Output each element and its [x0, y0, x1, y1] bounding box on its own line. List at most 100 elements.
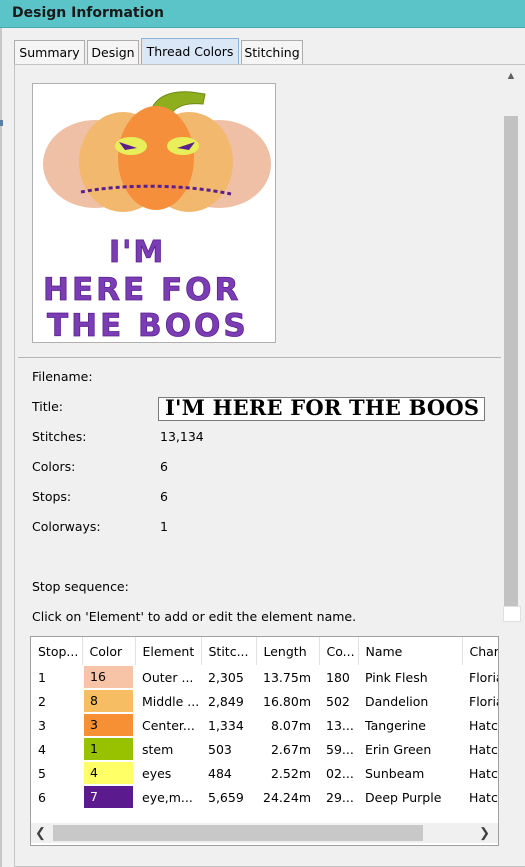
- color-cell: 7: [82, 785, 135, 809]
- element-cell[interactable]: eye,m...: [135, 785, 201, 809]
- table-header-row: Stop... Color Element Stitc... Length Co…: [31, 637, 498, 665]
- window-title: Design Information: [12, 5, 165, 21]
- tab-design-label: Design: [91, 45, 135, 60]
- preview-line-2: HERE FOR: [43, 272, 241, 308]
- table-row[interactable]: 1 16 Outer ... 2,305 13.75m 180 Pink Flesh Flor…: [31, 665, 498, 689]
- vertical-scrollbar[interactable]: ▲: [502, 66, 520, 628]
- element-instruction: Click on 'Element' to add or edit the el…: [32, 609, 357, 624]
- tab-stitching[interactable]: Stitching: [241, 40, 303, 64]
- color-cell: 3: [82, 713, 135, 737]
- name-cell: Deep Purple: [365, 789, 442, 805]
- stop-cell: 4: [38, 741, 46, 757]
- scroll-right-arrow-icon[interactable]: ❯: [479, 825, 490, 841]
- stitches-label: Stitches:: [32, 429, 87, 444]
- stitches-cell: 484: [208, 765, 232, 781]
- stops-value: 6: [160, 489, 168, 504]
- title-field[interactable]: I'M HERE FOR THE BOOS: [158, 395, 485, 421]
- code-cell: 502: [326, 693, 350, 709]
- column-header-stop[interactable]: Stop...: [31, 637, 83, 665]
- stop-cell: 5: [38, 765, 46, 781]
- element-cell[interactable]: Center...: [135, 713, 201, 737]
- table-row[interactable]: 2 8 Middle ... 2,849 16.80m 502 Dandelion Flori…: [31, 689, 498, 713]
- design-preview-image: I'M HERE FOR THE BOOS: [32, 83, 276, 343]
- chart-cell: Floria: [469, 669, 498, 685]
- name-cell: Dandelion: [365, 693, 429, 709]
- name-cell: Tangerine: [365, 717, 426, 733]
- length-cell: 16.80m: [263, 693, 311, 709]
- table-row[interactable]: 5 4eyes 484 2.52m 02... Sunbeam Hatch: [31, 761, 498, 785]
- color-cell: 1: [82, 737, 135, 761]
- stitches-cell: 503: [208, 741, 232, 757]
- element-cell[interactable]: eyes: [135, 761, 201, 785]
- window-titlebar: Design Information: [0, 0, 525, 28]
- left-border-marker: [0, 120, 3, 126]
- stitches-cell: 2,305: [208, 669, 244, 685]
- chart-cell: Hatch: [469, 741, 498, 757]
- column-header-element[interactable]: Element: [135, 637, 202, 665]
- chart-cell: Hatch: [469, 765, 498, 781]
- chart-cell: Floria: [469, 693, 498, 709]
- scroll-left-arrow-icon[interactable]: ❮: [35, 825, 46, 841]
- column-header-length[interactable]: Length: [256, 637, 320, 665]
- title-value: I'M HERE FOR THE BOOS: [165, 395, 480, 420]
- color-swatch: 1: [84, 738, 133, 760]
- color-cell: 16: [82, 665, 135, 689]
- color-swatch: 7: [84, 786, 133, 808]
- stitches-value: 13,134: [160, 429, 204, 444]
- code-cell: 59...: [326, 741, 354, 757]
- column-header-color[interactable]: Color: [82, 637, 136, 665]
- stitches-cell: 1,334: [208, 717, 244, 733]
- element-cell[interactable]: stem: [135, 737, 201, 761]
- table-row[interactable]: 6 7 eye,m... 5,659 24.24m 29... Deep Purple Hat…: [31, 785, 498, 809]
- tab-stitching-label: Stitching: [244, 45, 300, 60]
- tab-summary[interactable]: Summary: [14, 40, 85, 64]
- horizontal-scroll-thumb[interactable]: [53, 825, 423, 841]
- tab-design[interactable]: Design: [87, 40, 139, 64]
- code-cell: 180: [326, 669, 350, 685]
- code-cell: 02...: [326, 765, 354, 781]
- vertical-scroll-thumb[interactable]: [504, 116, 518, 621]
- filename-label: Filename:: [32, 369, 93, 384]
- length-cell: 13.75m: [263, 669, 311, 685]
- name-cell: Pink Flesh: [365, 669, 428, 685]
- color-swatch: 3: [84, 714, 133, 736]
- colors-value: 6: [160, 459, 168, 474]
- color-swatch: 4: [84, 762, 133, 784]
- pumpkin-design-illustration: I'M HERE FOR THE BOOS: [43, 91, 271, 342]
- element-cell[interactable]: Outer ...: [135, 665, 201, 689]
- tab-thread-colors[interactable]: Thread Colors: [141, 38, 239, 64]
- preview-line-1: I'M: [109, 235, 165, 270]
- colors-label: Colors:: [32, 459, 76, 474]
- colorways-value: 1: [160, 519, 168, 534]
- code-cell: 13...: [326, 717, 354, 733]
- length-cell: 24.24m: [263, 789, 311, 805]
- stop-sequence-label: Stop sequence:: [32, 579, 129, 594]
- code-cell: 29...: [326, 789, 354, 805]
- stop-cell: 6: [38, 789, 46, 805]
- column-header-code[interactable]: Co...: [319, 637, 359, 665]
- table-row[interactable]: 4 1stem 503 2.67m 59... Erin Green Hatch: [31, 737, 498, 761]
- section-divider: [18, 357, 501, 358]
- colorways-label: Colorways:: [32, 519, 101, 534]
- length-cell: 2.67m: [270, 741, 311, 757]
- element-cell[interactable]: Middle ...: [135, 689, 201, 713]
- left-border: [0, 28, 2, 867]
- table-row[interactable]: 33Center...1,3348.07m13...TangerineHatch: [31, 713, 498, 737]
- chart-cell: Hatch: [469, 789, 498, 805]
- panel-edge: [503, 606, 521, 622]
- stops-label: Stops:: [32, 489, 72, 504]
- column-header-name[interactable]: Name: [358, 637, 463, 665]
- scroll-up-arrow-icon[interactable]: ▲: [502, 66, 520, 86]
- length-cell: 8.07m: [270, 717, 311, 733]
- color-cell: 8: [82, 689, 135, 713]
- stop-cell: 2: [38, 693, 46, 709]
- title-label: Title:: [32, 399, 63, 414]
- stitches-cell: 5,659: [208, 789, 244, 805]
- tab-thread-colors-label: Thread Colors: [146, 44, 234, 59]
- stop-cell: 1: [38, 669, 46, 685]
- column-header-stitches[interactable]: Stitc...: [201, 637, 257, 665]
- color-cell: 4: [82, 761, 135, 785]
- horizontal-scrollbar[interactable]: ❮ ❯: [31, 823, 498, 843]
- column-header-chart[interactable]: Chart: [462, 637, 498, 665]
- color-swatch: 8: [84, 690, 133, 712]
